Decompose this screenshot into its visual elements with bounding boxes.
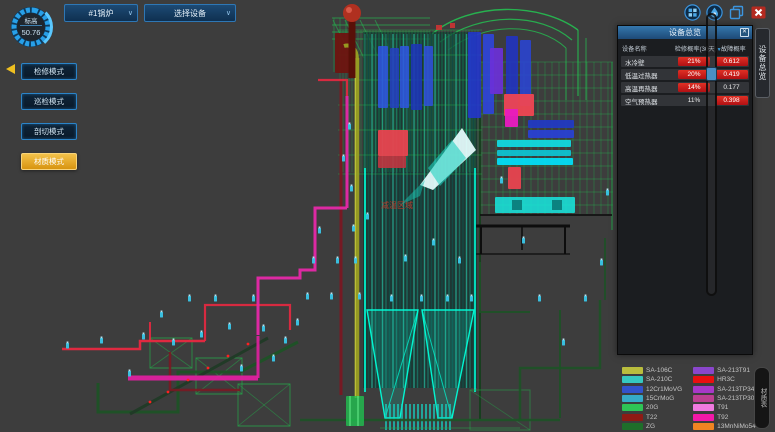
legend-label: SA-106C — [646, 367, 672, 374]
layers-icon[interactable] — [728, 4, 745, 21]
legend-swatch — [622, 395, 643, 402]
gauge-ring-icon — [7, 3, 55, 51]
legend-item: SA-213TP347 — [693, 385, 758, 394]
tab-material-legend-label: 材质表 — [757, 388, 767, 408]
legend-label: SA-213TP347 — [717, 386, 758, 393]
legend-item: ZG — [622, 422, 682, 431]
col-fault-probability: 故障概率 — [719, 44, 748, 53]
legend-label: T22 — [646, 414, 657, 421]
legend-label: 15CrMoG — [646, 395, 674, 402]
gauge-value: 50.76 — [7, 28, 55, 37]
dashboard-icon[interactable] — [684, 4, 701, 21]
device-name: 低温过热器 — [621, 70, 673, 80]
table-row[interactable]: 低温过热器20%0.419 — [621, 69, 749, 80]
legend-swatch — [693, 376, 714, 383]
mode-button-group: 检修模式巡检模式剖切模式材质模式 — [21, 63, 77, 170]
boiler-select-value: #1锅炉 — [89, 8, 114, 19]
top-icon-bar — [684, 4, 767, 21]
legend-column-left: SA-106C SA-210C 12Cr1MoVG 15CrMoG 20G T22 ZG — [622, 366, 682, 431]
device-overview-panel: 设备总览 ✕ 设备名称 检修概率(30天)▼ 故障概率 水冷壁21%0.612 低… — [617, 25, 753, 355]
legend-item: SA-213T91 — [693, 366, 758, 375]
mode-button-0[interactable]: 检修模式 — [21, 63, 77, 80]
close-icon[interactable] — [750, 4, 767, 21]
table-row[interactable]: 空气预热器 11% 0.398 — [621, 95, 749, 106]
legend-column-right: SA-213T91 HR3C SA-213TP347 SA-213TP304 T91 T9… — [693, 366, 758, 431]
legend-swatch — [693, 404, 714, 411]
table-header-row: 设备名称 检修概率(30天)▼ 故障概率 — [618, 44, 752, 53]
table-row[interactable]: 高温再热器14%0.177 — [621, 82, 749, 93]
device-name: 空气预热器 — [621, 96, 673, 106]
elevation-slider[interactable] — [706, 13, 717, 296]
legend-item: SA-106C — [622, 366, 682, 375]
device-table: 水冷壁21%0.612 低温过热器20%0.419 高温再热器14%0.177 空气预… — [618, 56, 752, 106]
legend-item: T92 — [693, 412, 758, 421]
3d-viewport[interactable]: 减温区域 标高 50.76 #1锅炉 ∨ 选择设备 ∨ 检修模式巡检模式剖切模式… — [0, 0, 775, 432]
mode-button-1[interactable]: 巡检模式 — [21, 93, 77, 110]
gauge-divider — [20, 25, 42, 26]
panel-close-icon[interactable]: ✕ — [740, 28, 749, 37]
legend-swatch — [693, 423, 714, 430]
legend-swatch — [693, 395, 714, 402]
mode-button-3[interactable]: 材质模式 — [21, 153, 77, 170]
furnace-area-label: 减温区域 — [381, 200, 413, 210]
boiler-select-dropdown[interactable]: #1锅炉 ∨ — [64, 4, 138, 22]
collapse-arrow-icon[interactable] — [6, 64, 15, 74]
panel-title: 设备总览 — [669, 28, 701, 37]
legend-item: 15CrMoG — [622, 394, 682, 403]
device-name: 水冷壁 — [621, 57, 673, 67]
legend-item: SA-210C — [622, 375, 682, 384]
device-name: 高温再热器 — [621, 83, 673, 93]
legend-item: HR3C — [693, 375, 758, 384]
mode-button-2[interactable]: 剖切模式 — [21, 123, 77, 140]
slider-thumb[interactable] — [706, 67, 717, 81]
fault-probability-value: 0.419 — [716, 70, 748, 79]
tab-material-legend[interactable]: 材质表 — [754, 367, 770, 429]
legend-label: ZG — [646, 423, 655, 430]
legend-label: 20G — [646, 404, 658, 411]
tab-device-overview-label: 设备总览 — [757, 45, 768, 81]
chevron-down-icon: ∨ — [128, 9, 133, 17]
table-row[interactable]: 水冷壁21%0.612 — [621, 56, 749, 67]
legend-item: SA-213TP304 — [693, 394, 758, 403]
legend-item: T22 — [622, 412, 682, 421]
legend-label: 12Cr1MoVG — [646, 386, 682, 393]
elevation-gauge: 标高 50.76 — [7, 3, 55, 51]
legend-swatch — [693, 386, 714, 393]
legend-swatch — [622, 367, 643, 374]
legend-swatch — [693, 414, 714, 421]
legend-swatch — [622, 376, 643, 383]
gauge-label: 标高 — [7, 15, 55, 25]
fault-probability-value: 0.177 — [723, 84, 739, 91]
material-legend: SA-106C SA-210C 12Cr1MoVG 15CrMoG 20G T22 ZG S… — [622, 366, 758, 431]
legend-item: 13MnNiMo54 — [693, 422, 758, 431]
legend-label: SA-213TP304 — [717, 395, 758, 402]
legend-item: 20G — [622, 403, 682, 412]
fault-probability-value: 0.398 — [716, 96, 748, 105]
legend-label: SA-213T91 — [717, 367, 750, 374]
chevron-down-icon: ∨ — [226, 9, 231, 17]
legend-label: 13MnNiMo54 — [717, 423, 756, 430]
legend-label: HR3C — [717, 376, 735, 383]
legend-label: T91 — [717, 404, 728, 411]
legend-swatch — [693, 367, 714, 374]
legend-label: T92 — [717, 414, 728, 421]
legend-swatch — [622, 423, 643, 430]
panel-header[interactable]: 设备总览 ✕ — [618, 26, 752, 39]
col-device-name: 设备名称 — [622, 44, 675, 53]
device-select-value: 选择设备 — [174, 8, 206, 19]
legend-item: T91 — [693, 403, 758, 412]
tab-device-overview[interactable]: 设备总览 — [755, 28, 770, 98]
device-select-dropdown[interactable]: 选择设备 ∨ — [144, 4, 236, 22]
legend-label: SA-210C — [646, 376, 672, 383]
legend-swatch — [622, 404, 643, 411]
legend-item: 12Cr1MoVG — [622, 385, 682, 394]
fault-probability-value: 0.612 — [716, 57, 748, 66]
legend-swatch — [622, 414, 643, 421]
maintenance-probability-value: 11% — [688, 97, 701, 104]
legend-swatch — [622, 386, 643, 393]
